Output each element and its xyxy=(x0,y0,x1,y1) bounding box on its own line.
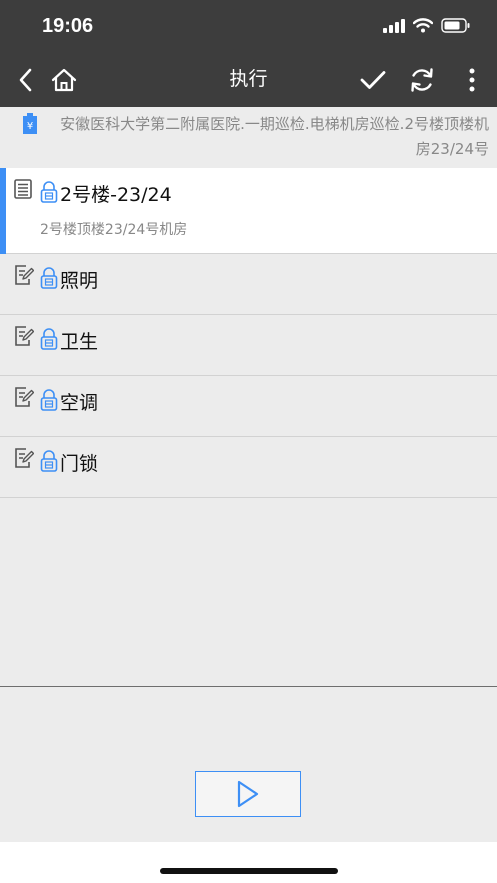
home-icon xyxy=(51,68,77,91)
status-icons xyxy=(383,18,471,33)
list-item-title: 空调 xyxy=(60,392,99,414)
selection-indicator xyxy=(0,168,6,254)
wifi-icon xyxy=(413,18,433,33)
edit-document-icon xyxy=(15,326,34,346)
edit-document-icon xyxy=(15,265,34,285)
more-vertical-icon xyxy=(469,68,475,91)
list-item-location[interactable]: 2号楼-23/24 2号楼顶楼23/24号机房 xyxy=(0,168,497,254)
edit-document-icon xyxy=(15,387,34,407)
play-icon xyxy=(237,780,259,808)
navigation-bar: 执行 xyxy=(0,52,497,107)
list-item-air-conditioning[interactable]: 空调 xyxy=(0,376,497,437)
lock-icon xyxy=(40,389,58,411)
home-button[interactable] xyxy=(48,52,80,107)
list-item-title: 卫生 xyxy=(60,331,99,353)
refresh-button[interactable] xyxy=(405,52,439,107)
start-button[interactable] xyxy=(195,771,301,817)
yuan-tag-icon: ¥ xyxy=(23,113,37,134)
section-divider xyxy=(0,686,497,687)
svg-text:¥: ¥ xyxy=(27,121,33,132)
status-time: 19:06 xyxy=(42,15,94,37)
back-button[interactable] xyxy=(10,52,42,107)
checkmark-icon xyxy=(360,70,386,89)
edit-document-icon xyxy=(15,448,34,468)
more-menu-button[interactable] xyxy=(460,52,484,107)
lock-icon xyxy=(40,328,58,350)
list-item-title: 照明 xyxy=(60,270,99,292)
lock-icon xyxy=(40,267,58,289)
breadcrumb-text: 安徽医科大学第二附属医院.一期巡检.电梯机房巡检.2号楼顶楼机房23/24号 xyxy=(60,115,489,158)
confirm-button[interactable] xyxy=(356,52,390,107)
list-item-subtitle: 2号楼顶楼23/24号机房 xyxy=(40,222,188,238)
home-indicator[interactable] xyxy=(160,868,338,874)
document-icon xyxy=(14,179,32,199)
lock-icon xyxy=(40,181,58,203)
list-item-title: 2号楼-23/24 xyxy=(60,184,172,206)
list-item-lighting[interactable]: 照明 xyxy=(0,254,497,315)
list-item-door-lock[interactable]: 门锁 xyxy=(0,437,497,498)
list-item-hygiene[interactable]: 卫生 xyxy=(0,315,497,376)
battery-icon xyxy=(441,18,470,33)
signal-icon xyxy=(383,18,405,33)
bottom-bar xyxy=(0,842,497,883)
breadcrumb: ¥ 安徽医科大学第二附属医院.一期巡检.电梯机房巡检.2号楼顶楼机房23/24号 xyxy=(0,107,497,168)
status-bar: 19:06 xyxy=(0,0,497,52)
list-item-title: 门锁 xyxy=(60,453,99,475)
checklist: 2号楼-23/24 2号楼顶楼23/24号机房 照明 卫生 空调 门锁 xyxy=(0,168,497,498)
refresh-icon xyxy=(411,67,433,92)
lock-icon xyxy=(40,450,58,472)
back-chevron-icon xyxy=(19,68,32,91)
